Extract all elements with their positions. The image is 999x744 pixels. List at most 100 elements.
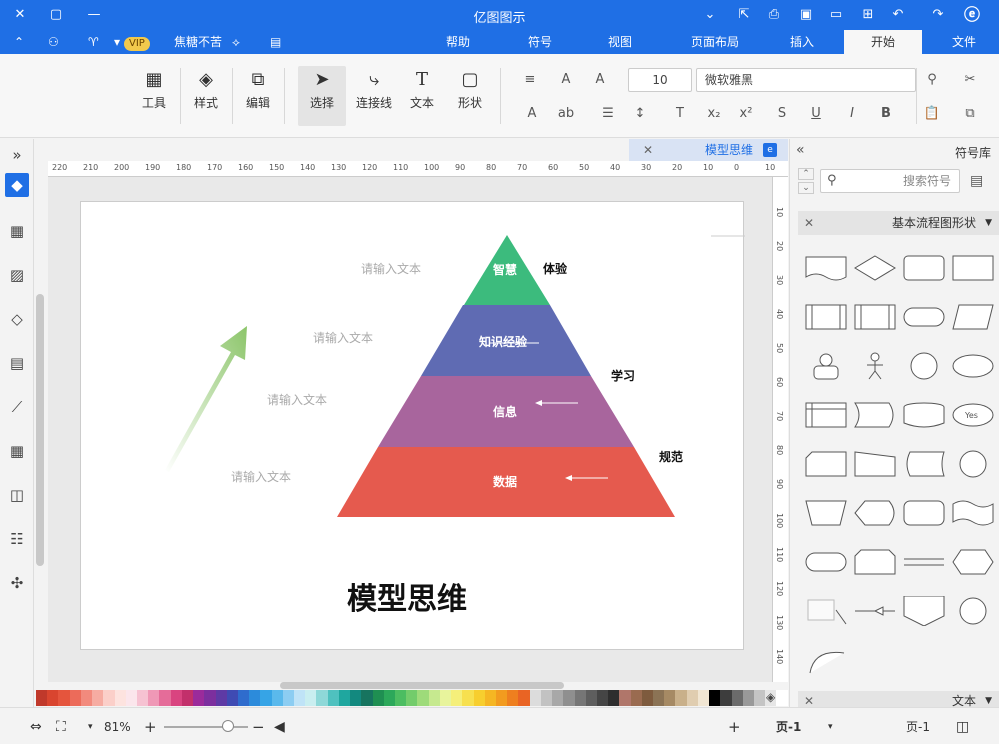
palette-swatch[interactable] (47, 690, 59, 706)
style-button[interactable]: ◈ 样式 (186, 66, 226, 126)
layout-icon[interactable]: ◫ (5, 483, 29, 507)
palette-swatch[interactable] (103, 690, 115, 706)
library-shape[interactable] (853, 302, 897, 332)
palette-swatch[interactable] (361, 690, 373, 706)
palette-swatch[interactable] (451, 690, 463, 706)
side-label-experience[interactable]: 体验 (543, 260, 567, 277)
palette-swatch[interactable] (294, 690, 306, 706)
library-shape[interactable] (902, 351, 946, 381)
palette-swatch[interactable] (282, 690, 295, 706)
page-tab[interactable]: 页-1 (776, 718, 801, 736)
library-shape[interactable] (804, 596, 848, 626)
library-shape[interactable] (804, 253, 848, 283)
tab-insert[interactable]: 插入 (780, 30, 824, 54)
italic-icon[interactable]: I (842, 104, 862, 124)
palette-swatch[interactable] (159, 690, 171, 706)
placeholder-text[interactable]: 请输入文本 (361, 260, 421, 277)
palette-swatch[interactable] (125, 690, 137, 706)
palette-swatch[interactable] (462, 690, 474, 706)
tab-file[interactable]: 文件 (942, 30, 986, 54)
palette-swatch[interactable] (305, 690, 317, 706)
export-icon[interactable]: ⇱ (734, 5, 754, 25)
apps-icon[interactable]: ⚇ (48, 32, 59, 52)
palette-swatch[interactable] (574, 690, 586, 706)
palette-swatch[interactable] (596, 690, 609, 706)
maximize-icon[interactable]: ▢ (46, 5, 66, 25)
close-icon[interactable]: ✕ (10, 5, 30, 25)
palette-swatch[interactable] (170, 690, 182, 706)
print-icon[interactable]: ⎙ (764, 5, 784, 25)
palette-swatch[interactable] (697, 690, 710, 706)
library-shape[interactable] (853, 498, 897, 528)
library-shape[interactable] (804, 645, 848, 675)
palette-swatch[interactable] (226, 690, 238, 706)
table-icon[interactable]: ▦ (5, 439, 29, 463)
text-button[interactable]: T 文本 (402, 66, 442, 126)
side-label-standard[interactable]: 规范 (659, 448, 683, 465)
palette-swatch[interactable] (80, 690, 93, 706)
list-icon[interactable]: ☰ (598, 104, 618, 124)
drawing-page[interactable]: 智慧 知识经验 信息 数据 体验 学习 规范 请输入文本 请输入文本 请输入文本… (80, 201, 745, 650)
palette-swatch[interactable] (529, 690, 541, 706)
library-shape[interactable] (951, 351, 995, 381)
font-shrink-icon[interactable]: A (556, 70, 576, 90)
palette-swatch[interactable] (731, 690, 743, 706)
image-icon[interactable]: ▨ (5, 263, 29, 287)
shirt-icon[interactable]: ♈ (88, 32, 99, 52)
palette-swatch[interactable] (484, 690, 496, 706)
horizontal-scrollbar[interactable] (280, 682, 564, 689)
tab-page-layout[interactable]: 页面布局 (680, 30, 750, 54)
library-shape[interactable] (951, 302, 995, 332)
palette-swatch[interactable] (237, 690, 250, 706)
vertical-scrollbar[interactable] (36, 294, 44, 566)
palette-swatch[interactable] (316, 690, 328, 706)
palette-swatch[interactable] (664, 690, 676, 706)
symbol-search-input[interactable]: ⚲ 搜索符号 (820, 169, 960, 193)
zoom-in-icon[interactable]: + (144, 718, 157, 736)
palette-swatch[interactable] (383, 690, 395, 706)
library-icon[interactable]: ▤ (970, 173, 983, 189)
palette-swatch[interactable] (776, 690, 788, 706)
section-basic-flowchart[interactable]: ✕ 基本流程图形状 ▼ (798, 211, 999, 235)
connector-button[interactable]: ⤷ 连接线 (352, 66, 396, 126)
palette-swatch[interactable] (260, 690, 272, 706)
library-shape[interactable] (951, 498, 995, 528)
palette-swatch[interactable] (709, 690, 721, 706)
palette-swatch[interactable] (742, 690, 754, 706)
library-shape[interactable] (951, 253, 995, 283)
palette-swatch[interactable] (552, 690, 564, 706)
tab-view[interactable]: 视图 (598, 30, 642, 54)
bold-icon[interactable]: B (876, 104, 896, 124)
palette-swatch[interactable] (338, 690, 351, 706)
user-dropdown-icon[interactable]: ▾ (114, 32, 120, 52)
library-shape[interactable] (902, 498, 946, 528)
palette-swatch[interactable] (193, 690, 205, 706)
paste-icon[interactable]: 📋 (922, 104, 942, 124)
placeholder-text[interactable]: 请输入文本 (267, 391, 327, 408)
library-shape[interactable] (951, 547, 995, 577)
play-icon[interactable]: ◀ (274, 718, 285, 736)
zoom-slider-thumb[interactable] (222, 720, 234, 732)
palette-swatch[interactable] (36, 690, 48, 706)
library-shape[interactable] (804, 400, 848, 430)
palette-swatch[interactable] (372, 690, 384, 706)
open-icon[interactable]: ▭ (826, 5, 846, 25)
library-shape[interactable]: Yes (951, 400, 995, 430)
undo-icon[interactable]: ↶ (888, 5, 908, 25)
library-shape[interactable] (902, 302, 946, 332)
align-icon[interactable]: ≡ (520, 70, 540, 90)
palette-swatch[interactable] (608, 690, 620, 706)
library-shape[interactable] (853, 351, 897, 381)
collapse-left-icon[interactable]: » (5, 143, 29, 167)
palette-swatch[interactable] (630, 690, 642, 706)
library-shape[interactable] (902, 595, 946, 627)
fill-icon[interactable]: ◆ (5, 173, 29, 197)
shape-button[interactable]: ▢ 形状 (450, 66, 490, 126)
collapse-icon[interactable]: ⌃ (14, 32, 24, 52)
scroll-up-icon[interactable]: ⌃ (798, 168, 814, 180)
new-icon[interactable]: ⊞ (858, 5, 878, 25)
library-shape[interactable] (951, 449, 995, 479)
zoom-dropdown-icon[interactable]: ▾ (88, 718, 93, 736)
library-shape[interactable] (853, 596, 897, 626)
palette-swatch[interactable] (406, 690, 418, 706)
